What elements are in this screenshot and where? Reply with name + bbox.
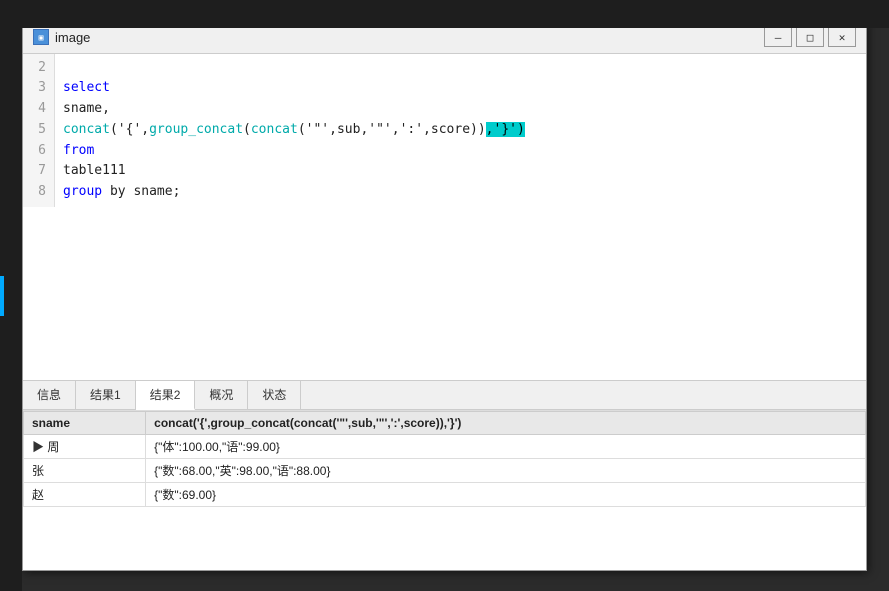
code-by-sname: by sname; (102, 184, 180, 199)
results-table: sname concat('{',group_concat(concat('"'… (23, 411, 866, 507)
table-row[interactable]: 张 {"数":68.00,"英":98.00,"语":88.00} (24, 458, 866, 482)
line-num-5: 5 (27, 120, 46, 141)
code-container: 2 3 4 5 6 7 8 select sname, concat('{',g… (23, 54, 866, 208)
code-content[interactable]: select sname, concat('{',group_concat(co… (55, 54, 866, 208)
cell-value-3: {"数":69.00} (146, 482, 866, 506)
code-close-highlight: ,'}') (486, 122, 525, 137)
code-table: table111 (63, 163, 126, 178)
cell-value-2: {"数":68.00,"英":98.00,"语":88.00} (146, 458, 866, 482)
fn-concat1: concat (63, 122, 110, 137)
tab-status[interactable]: 状态 (248, 381, 301, 409)
tab-result1[interactable]: 结果1 (76, 381, 136, 409)
header-row: sname concat('{',group_concat(concat('"'… (24, 411, 866, 434)
code-open-brace: ('{', (110, 122, 149, 137)
code-line-3: select (63, 78, 858, 99)
top-bar (0, 0, 889, 28)
close-button[interactable]: ✕ (828, 27, 856, 47)
line-num-8: 8 (27, 182, 46, 203)
code-paren: ( (243, 122, 251, 137)
tabs-bar: 信息 结果1 结果2 概况 状态 (23, 380, 866, 410)
code-line-5: concat('{',group_concat(concat('"',sub,'… (63, 120, 858, 141)
minimize-button[interactable]: — (764, 27, 792, 47)
window-title: image (55, 30, 90, 45)
main-window: ▣ image — □ ✕ 2 3 4 5 6 7 8 (22, 21, 867, 571)
fn-concat2: concat (251, 122, 298, 137)
keyword-group: group (63, 184, 102, 199)
left-sidebar (0, 0, 22, 591)
code-line-2 (63, 58, 858, 79)
line-num-7: 7 (27, 161, 46, 182)
tab-overview[interactable]: 概况 (195, 381, 248, 409)
results-area[interactable]: sname concat('{',group_concat(concat('"'… (23, 410, 866, 570)
title-bar-controls: — □ ✕ (764, 27, 856, 47)
editor-area: 2 3 4 5 6 7 8 select sname, concat('{',g… (23, 54, 866, 380)
code-line-7: table111 (63, 161, 858, 182)
tab-result2[interactable]: 结果2 (136, 381, 196, 410)
tab-info[interactable]: 信息 (23, 381, 76, 409)
line-num-2: 2 (27, 58, 46, 79)
left-accent (0, 276, 4, 316)
maximize-button[interactable]: □ (796, 27, 824, 47)
line-num-6: 6 (27, 141, 46, 162)
col-concat: concat('{',group_concat(concat('"',sub,'… (146, 411, 866, 434)
keyword-select: select (63, 80, 110, 95)
cell-sname-2: 张 (24, 458, 146, 482)
keyword-from: from (63, 143, 94, 158)
col-sname: sname (24, 411, 146, 434)
code-line-4: sname, (63, 99, 858, 120)
code-sname: sname, (63, 101, 110, 116)
cell-sname-3: 赵 (24, 482, 146, 506)
title-bar-left: ▣ image (33, 29, 90, 45)
table-row[interactable]: 周 {"体":100.00,"语":99.00} (24, 434, 866, 458)
line-numbers: 2 3 4 5 6 7 8 (23, 54, 55, 208)
cell-value-1: {"体":100.00,"语":99.00} (146, 434, 866, 458)
table-header: sname concat('{',group_concat(concat('"'… (24, 411, 866, 434)
cell-sname-1: 周 (24, 434, 146, 458)
code-args: ('"',sub,'"',':',score)) (298, 122, 486, 137)
code-line-8: group by sname; (63, 182, 858, 203)
line-num-3: 3 (27, 78, 46, 99)
window-icon-text: ▣ (39, 33, 44, 42)
code-line-6: from (63, 141, 858, 162)
table-row[interactable]: 赵 {"数":69.00} (24, 482, 866, 506)
line-num-4: 4 (27, 99, 46, 120)
fn-group-concat: group_concat (149, 122, 243, 137)
table-body: 周 {"体":100.00,"语":99.00} 张 {"数":68.00,"英… (24, 434, 866, 506)
window-icon: ▣ (33, 29, 49, 45)
